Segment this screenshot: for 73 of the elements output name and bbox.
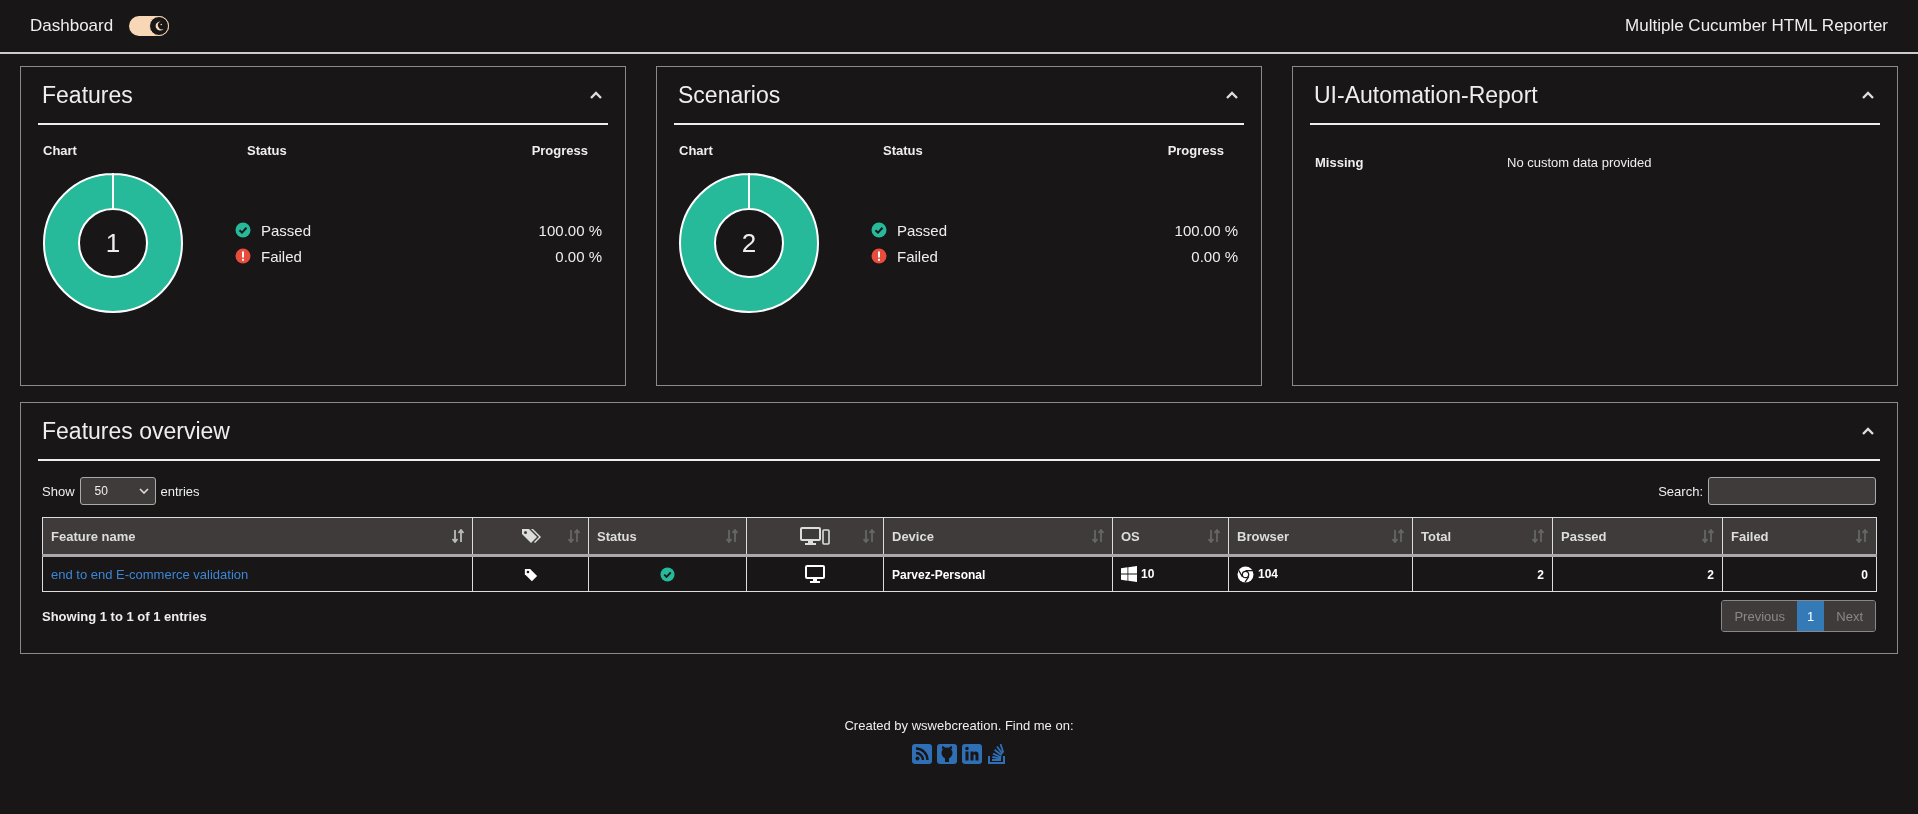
column-label: Progress [531, 143, 588, 158]
search-label: Search: [1658, 483, 1703, 499]
failed-count: 0 [1861, 567, 1868, 582]
sort-icon [568, 529, 580, 543]
app-name: Multiple Cucumber HTML Reporter [1625, 16, 1888, 36]
column-header[interactable]: Failed [1722, 517, 1877, 556]
sort-icon [863, 529, 875, 543]
column-header[interactable]: Feature name [42, 517, 473, 556]
total-count: 2 [1537, 567, 1544, 582]
chart-total: 1 [105, 228, 121, 258]
sort-icon [1702, 529, 1714, 543]
metadata-key: Missing [1315, 155, 1507, 170]
collapse-icon[interactable] [590, 91, 602, 99]
desktop-and-phone-icon [800, 527, 830, 545]
show-label: Show [42, 483, 75, 499]
feature-link[interactable]: end to end E-commerce validation [51, 566, 249, 582]
sort-icon [1856, 529, 1868, 543]
column-label: Status [883, 143, 924, 158]
progress-value: 100.00 % [1174, 221, 1238, 239]
column-header[interactable]: Passed [1552, 517, 1723, 556]
sort-ascending-icon [452, 529, 464, 543]
sort-icon [1392, 529, 1404, 543]
page-title: Dashboard [30, 16, 114, 36]
sort-icon [1208, 529, 1220, 543]
progress-value: 0.00 % [555, 247, 602, 265]
sort-icon [726, 529, 738, 543]
tag-icon [523, 567, 538, 582]
chart-total: 2 [741, 228, 757, 258]
panel-title: Features [42, 81, 133, 109]
panel-title: UI-Automation-Report [1314, 81, 1538, 109]
os-version: 10 [1141, 567, 1155, 581]
metadata-value: No custom data provided [1507, 155, 1652, 170]
column-header[interactable]: Total [1412, 517, 1553, 556]
panel-title: Scenarios [678, 81, 781, 109]
column-label: Chart [43, 143, 78, 158]
column-header[interactable]: Browser [1228, 517, 1413, 556]
status-label: Failed [261, 247, 303, 265]
browser-version: 104 [1258, 567, 1279, 581]
status-label: Passed [897, 221, 949, 239]
column-header[interactable]: OS [1112, 517, 1229, 556]
column-header[interactable]: Device [883, 517, 1113, 556]
column-label: Status [247, 143, 288, 158]
page-size-select[interactable]: 50 [79, 477, 156, 505]
stack-overflow-icon[interactable] [986, 743, 1007, 765]
rss-icon[interactable] [911, 744, 932, 764]
theme-toggle[interactable] [129, 16, 170, 36]
device-name: Parvez-Personal [892, 567, 986, 582]
passed-count: 2 [1707, 567, 1714, 582]
collapse-icon[interactable] [1862, 91, 1874, 99]
progress-value: 100.00 % [538, 221, 602, 239]
column-label: Chart [679, 143, 714, 158]
sort-icon [1092, 529, 1104, 543]
column-header[interactable] [746, 517, 884, 556]
footer-text: Created by wswebcreation. Find me on: [844, 718, 1074, 733]
status-label: Failed [897, 247, 939, 265]
page-button[interactable]: 1 [1797, 601, 1825, 631]
github-icon[interactable] [936, 744, 957, 764]
linkedin-icon[interactable] [961, 744, 982, 764]
column-header[interactable]: Status [588, 517, 747, 556]
collapse-icon[interactable] [1226, 91, 1238, 99]
search-field[interactable] [1708, 477, 1876, 505]
progress-value: 0.00 % [1191, 247, 1238, 265]
entries-label: entries [160, 483, 200, 499]
tags-icon [520, 528, 541, 544]
column-label: Progress [1167, 143, 1224, 158]
collapse-icon[interactable] [1862, 427, 1874, 435]
column-header[interactable] [472, 517, 589, 556]
entries-info: Showing 1 to 1 of 1 entries [42, 608, 207, 624]
moon-icon [153, 20, 166, 32]
panel-title: Features overview [42, 417, 230, 445]
chevron-down-icon [138, 488, 149, 494]
status-label: Passed [261, 221, 313, 239]
sort-icon [1532, 529, 1544, 543]
